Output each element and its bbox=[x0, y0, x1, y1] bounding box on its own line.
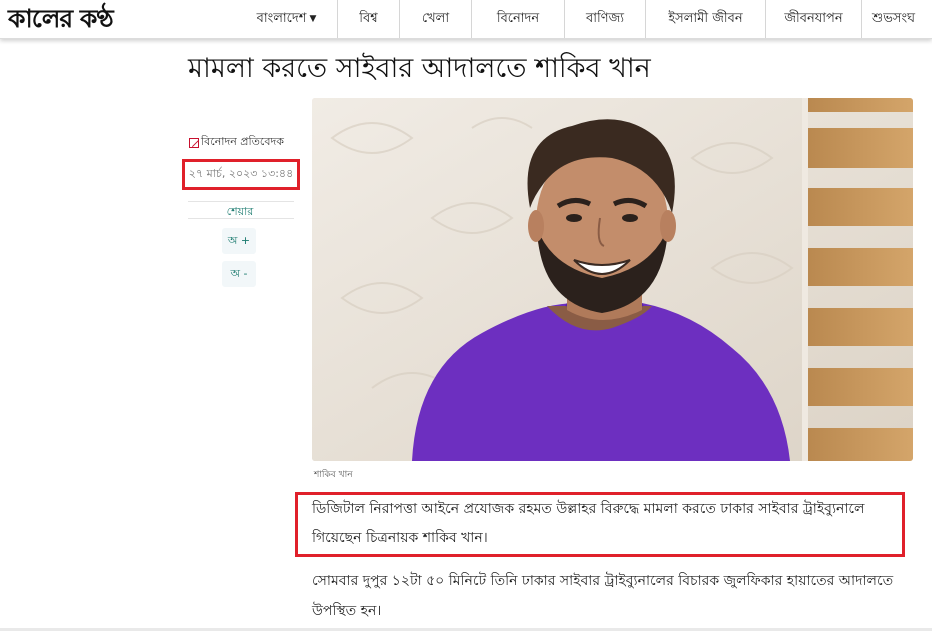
divider bbox=[188, 218, 294, 219]
nav-item-islamic-life[interactable]: ইসলামী জীবন bbox=[646, 0, 766, 38]
main-nav: বাংলাদেশ ▼ বিশ্ব খেলা বিনোদন বাণিজ্য ইসলা… bbox=[236, 0, 932, 38]
nav-item-entertainment[interactable]: বিনোদন bbox=[472, 0, 565, 38]
publish-date-highlight: ২৭ মার্চ, ২০২৩ ১৩:৪৪ bbox=[182, 159, 300, 190]
font-increase-button[interactable]: অ + bbox=[222, 228, 256, 254]
lead-paragraph: ডিজিটাল নিরাপত্তা আইনে প্রযোজক রহমত উল্ল… bbox=[312, 501, 865, 546]
publish-date: ২৭ মার্চ, ২০২৩ ১৩:৪৪ bbox=[188, 167, 294, 180]
font-decrease-button[interactable]: অ - bbox=[222, 261, 256, 287]
divider bbox=[188, 201, 294, 202]
nav-item-label: বাংলাদেশ bbox=[256, 10, 307, 26]
portrait-illustration bbox=[312, 98, 913, 461]
nav-item-lifestyle[interactable]: জীবনযাপন bbox=[766, 0, 862, 38]
nav-item-sports[interactable]: খেলা bbox=[400, 0, 472, 38]
pen-icon bbox=[189, 137, 199, 148]
site-header: কালের কণ্ঠ বাংলাদেশ ▼ বিশ্ব খেলা বিনোদন ব… bbox=[0, 0, 932, 39]
site-logo[interactable]: কালের কণ্ঠ bbox=[8, 4, 114, 34]
body-paragraph: সোমবার দুপুর ১২টা ৫০ মিনিটে তিনি ঢাকার স… bbox=[312, 573, 894, 619]
nav-item-bangladesh[interactable]: বাংলাদেশ ▼ bbox=[236, 0, 338, 38]
share-label[interactable]: শেয়ার bbox=[184, 203, 296, 222]
nav-item-shuvosongho[interactable]: শুভসংঘ bbox=[862, 0, 932, 38]
image-caption: শাকিব খান bbox=[314, 470, 353, 480]
byline-text[interactable]: বিনোদন প্রতিবেদক bbox=[201, 133, 284, 152]
chevron-down-icon: ▼ bbox=[309, 14, 317, 24]
article-photo bbox=[312, 98, 913, 461]
byline: বিনোদন প্রতিবেদক bbox=[189, 133, 284, 152]
nav-item-world[interactable]: বিশ্ব bbox=[338, 0, 400, 38]
article-headline: মামলা করতে সাইবার আদালতে শাকিব খান bbox=[188, 53, 651, 84]
nav-item-business[interactable]: বাণিজ্য bbox=[565, 0, 646, 38]
